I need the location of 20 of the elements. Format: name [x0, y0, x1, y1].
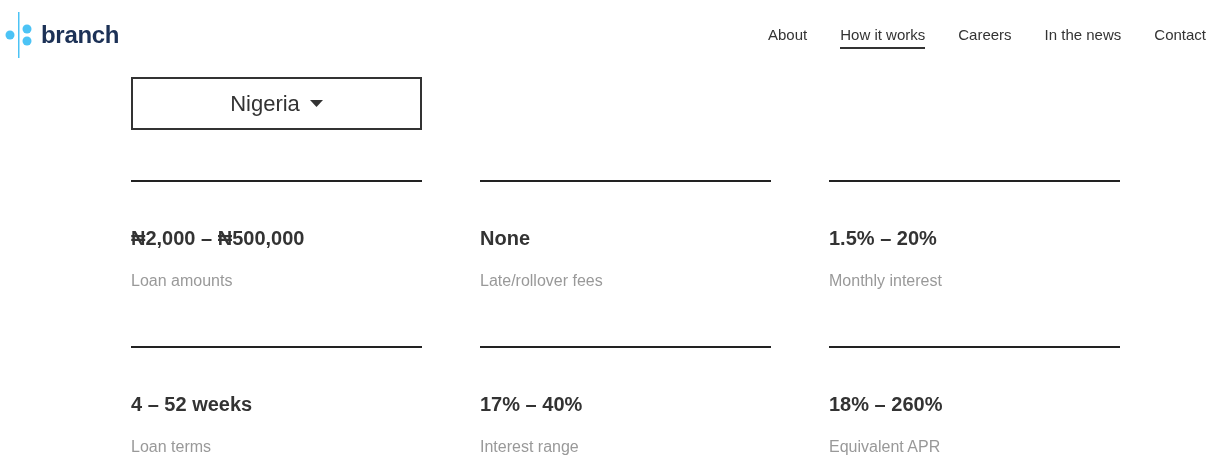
- stat-label: Equivalent APR: [829, 438, 942, 456]
- stat-value: ₦2,000 – ₦500,000: [131, 227, 306, 250]
- stat-label: Late/rollover fees: [480, 272, 604, 290]
- stat-value: None: [480, 227, 531, 250]
- nav-link[interactable]: In the news: [1044, 21, 1122, 49]
- stat-value: 4 – 52 weeks: [131, 393, 254, 416]
- stat-value: 1.5% – 20%: [829, 227, 938, 250]
- country-dropdown[interactable]: Nigeria: [131, 77, 422, 130]
- nav-link[interactable]: About: [768, 21, 808, 49]
- logo-text[interactable]: branch: [41, 21, 120, 49]
- nav-link[interactable]: Contact: [1154, 21, 1206, 49]
- nav-link[interactable]: Careers: [958, 21, 1012, 49]
- stat-value: 17% – 40%: [480, 393, 584, 416]
- nav-link[interactable]: How it works: [840, 21, 926, 49]
- stat-value: 18% – 260%: [829, 393, 944, 416]
- caret-icon: [309, 100, 323, 107]
- stat-label: Loan amounts: [131, 272, 234, 290]
- stat-label: Monthly interest: [829, 272, 943, 290]
- stat-label: Interest range: [480, 438, 580, 456]
- stat-label: Loan terms: [131, 438, 213, 456]
